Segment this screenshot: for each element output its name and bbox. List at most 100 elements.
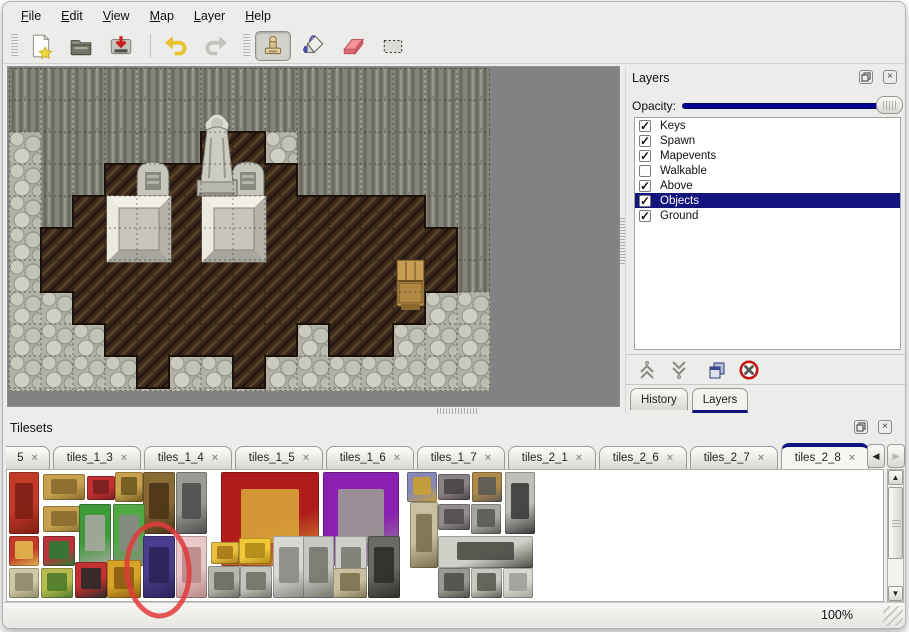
tile-bookshelf[interactable] (43, 536, 75, 566)
checkbox-checked[interactable]: ✓ (639, 195, 651, 207)
checkbox-checked[interactable]: ✓ (639, 135, 651, 147)
tileset-tab-tiles_1_7[interactable]: tiles_1_7× (417, 446, 505, 469)
tile-gold-pile[interactable] (239, 538, 271, 564)
toolbar-drag-handle[interactable] (11, 34, 18, 58)
tab-scroll-left-button[interactable]: ◀ (867, 444, 885, 468)
tile-gold-cross[interactable] (107, 560, 141, 598)
tile-red-banner[interactable] (9, 472, 39, 534)
tab-close-icon[interactable]: × (303, 452, 309, 464)
tileset-tab-tiles_1_6[interactable]: tiles_1_6× (326, 446, 414, 469)
tab-close-icon[interactable]: × (667, 452, 673, 464)
tileset-tab-tiles_1_4[interactable]: tiles_1_4× (144, 446, 232, 469)
tileset-tab-tiles_2_8[interactable]: tiles_2_8× (781, 443, 869, 469)
tile-demon-statue[interactable] (368, 536, 400, 598)
checkbox-checked[interactable]: ✓ (639, 210, 651, 222)
layer-row-mapevents[interactable]: ✓Mapevents (635, 148, 900, 163)
tile-red-spool[interactable] (75, 562, 107, 598)
tile-metal-case-bottom[interactable] (438, 504, 470, 530)
tile-purple-door[interactable] (143, 536, 175, 598)
delete-layer-button[interactable] (736, 358, 762, 382)
menu-item-view[interactable]: View (93, 5, 140, 27)
stamp-tool-button[interactable] (255, 31, 291, 61)
undo-button[interactable] (158, 31, 194, 61)
layer-row-ground[interactable]: ✓Ground (635, 208, 900, 223)
layer-row-walkable[interactable]: Walkable (635, 163, 900, 178)
tile-stone-gate[interactable] (176, 472, 207, 534)
tab-close-icon[interactable]: × (394, 452, 400, 464)
fill-tool-button[interactable] (295, 31, 331, 61)
move-layer-down-button[interactable] (666, 358, 692, 382)
redo-button[interactable] (198, 31, 234, 61)
tile-green-flag[interactable] (41, 568, 73, 598)
checkbox-checked[interactable]: ✓ (639, 120, 651, 132)
tab-close-icon[interactable]: × (758, 452, 764, 464)
tab-close-icon[interactable]: × (576, 452, 582, 464)
dock-tab-history[interactable]: History (630, 388, 688, 410)
tile-rock-pile-left[interactable] (208, 566, 240, 598)
tile-red-cushion-stool[interactable] (87, 476, 115, 500)
tile-obelisk[interactable] (410, 502, 438, 568)
tileset-tab-tiles_1_3[interactable]: tiles_1_3× (53, 446, 141, 469)
scroll-down-button[interactable]: ▼ (888, 586, 903, 601)
tile-wooden-door[interactable] (143, 472, 175, 534)
new-file-button[interactable] (23, 31, 59, 61)
tileset-sheet[interactable] (6, 469, 884, 602)
tileset-tab-tiles_2_6[interactable]: tiles_2_6× (599, 446, 687, 469)
tile-metal-case-top[interactable] (438, 474, 470, 500)
tileset-tab-tiles_2_7[interactable]: tiles_2_7× (690, 446, 778, 469)
duplicate-layer-button[interactable] (704, 358, 730, 382)
map-canvas[interactable] (7, 66, 620, 407)
tile-floor-tile-light[interactable] (503, 568, 533, 598)
resize-grip[interactable] (883, 606, 903, 626)
tile-palm-plant[interactable] (79, 504, 111, 566)
tile-emblem-banner[interactable] (9, 536, 39, 566)
menu-item-file[interactable]: File (11, 5, 51, 27)
checkbox-checked[interactable]: ✓ (639, 150, 651, 162)
tab-close-icon[interactable]: × (31, 452, 37, 464)
select-tool-button[interactable] (375, 31, 411, 61)
tile-parchment[interactable] (9, 568, 39, 598)
menu-item-map[interactable]: Map (140, 5, 184, 27)
tile-stone-wall[interactable] (438, 536, 533, 568)
checkbox-checked[interactable]: ✓ (639, 180, 651, 192)
open-button[interactable] (63, 31, 99, 61)
tilesets-close-button[interactable]: × (878, 420, 892, 434)
tab-close-icon[interactable]: × (121, 452, 127, 464)
tileset-tab-tiles_1_5[interactable]: tiles_1_5× (235, 446, 323, 469)
menu-item-layer[interactable]: Layer (184, 5, 235, 27)
layer-row-above[interactable]: ✓Above (635, 178, 900, 193)
tile-gold-clasp[interactable] (211, 542, 239, 564)
menu-item-edit[interactable]: Edit (51, 5, 93, 27)
tile-potted-plant[interactable] (113, 504, 145, 566)
dock-tab-layers[interactable]: Layers (692, 388, 749, 413)
tile-gold-dresser[interactable] (115, 472, 143, 502)
tileset-tab-5[interactable]: 5× (6, 446, 50, 469)
horizontal-splitter-handle[interactable] (437, 408, 479, 414)
tile-gargoyle-left[interactable] (303, 536, 334, 598)
tileset-vertical-scrollbar[interactable]: ▲ ▼ (887, 469, 904, 602)
tab-close-icon[interactable]: × (212, 452, 218, 464)
layer-row-spawn[interactable]: ✓Spawn (635, 133, 900, 148)
tile-wood-metal-stand[interactable] (472, 472, 502, 502)
eraser-tool-button[interactable] (335, 31, 371, 61)
move-layer-up-button[interactable] (634, 358, 660, 382)
tile-obelisk-small[interactable] (333, 568, 367, 598)
save-button[interactable] (103, 31, 139, 61)
tile-weapon-rack-top[interactable] (43, 474, 85, 500)
tile-stone-pillar[interactable] (438, 568, 470, 598)
menu-item-help[interactable]: Help (235, 5, 281, 27)
tile-rock-pile-right[interactable] (240, 566, 272, 598)
layers-float-button[interactable] (859, 70, 873, 84)
tile-armor-rubble[interactable] (471, 504, 501, 534)
tileset-tab-tiles_2_1[interactable]: tiles_2_1× (508, 446, 596, 469)
tile-wall-base[interactable] (471, 568, 502, 598)
layer-row-objects[interactable]: ✓Objects (635, 193, 900, 208)
tile-knight-armor[interactable] (505, 472, 535, 534)
tile-white-statue[interactable] (273, 536, 305, 598)
opacity-slider-track[interactable] (682, 103, 902, 109)
tab-scroll-right-button[interactable]: ▶ (887, 444, 905, 468)
tile-king-portrait[interactable] (407, 472, 437, 502)
toolbar-drag-handle-2[interactable] (243, 34, 250, 58)
tilesets-float-button[interactable] (854, 420, 868, 434)
scrollbar-thumb[interactable] (888, 487, 903, 559)
